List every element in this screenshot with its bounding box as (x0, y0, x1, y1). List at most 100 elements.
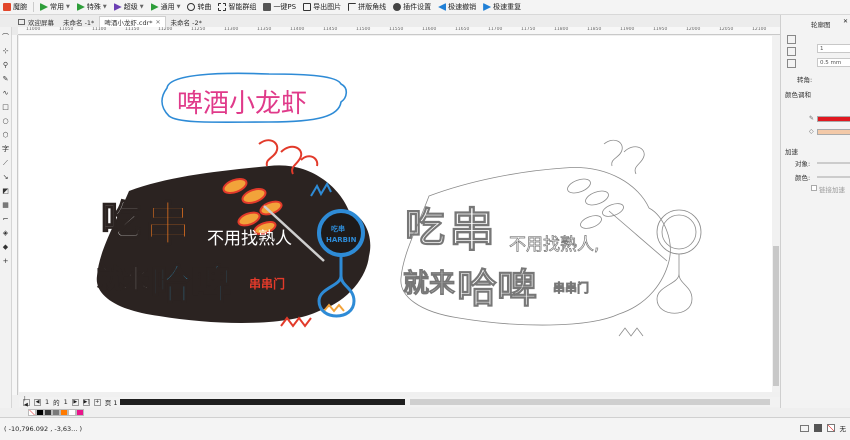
tab-untitled-2[interactable]: 未命名 -2* (167, 16, 206, 27)
status-bar: ( -10,796.092 , -3,63... ) 无 (0, 417, 850, 440)
vertical-scrollbar[interactable] (772, 36, 780, 392)
toolbar-button-plugin-settings[interactable]: 插件设置 (392, 1, 432, 14)
page-tab[interactable]: 页 1 (105, 397, 118, 407)
horizontal-scroll-track[interactable] (120, 399, 405, 405)
artistic-media-icon[interactable]: ∿ (2, 89, 10, 97)
close-icon[interactable]: ✕ (156, 19, 161, 26)
shape-tool-icon[interactable]: ⌒ (2, 33, 10, 41)
app-menu-button[interactable]: 魔腕 (2, 1, 28, 14)
object-accel-label: 对象: (795, 160, 811, 168)
eyedropper-icon[interactable]: ⌐ (2, 215, 10, 223)
word-come: 就来 (97, 265, 150, 295)
add-page-icon[interactable]: + (93, 398, 101, 406)
vertical-scroll-thumb[interactable] (773, 246, 779, 386)
ruler-tick-label: 11650 (455, 27, 470, 32)
first-page-icon[interactable]: |◀ (23, 396, 30, 408)
drawing-canvas[interactable]: 啤酒小龙虾 吃 串 不用找熟人 就来 哈啤 串串门 吃串 HARBIN 吃 串 … (19, 36, 772, 392)
color-swatch[interactable] (60, 409, 68, 416)
toolbar-button-super[interactable]: 超级 ▼ (113, 1, 145, 14)
prev-page-icon[interactable]: ◀ (34, 398, 41, 406)
rectangle-tool-icon[interactable]: □ (2, 103, 10, 111)
tab-welcome[interactable]: 欢迎屏幕 (14, 16, 58, 27)
parallel-dimension-icon[interactable]: ⟋ (2, 159, 10, 167)
color-swatch[interactable] (76, 409, 84, 416)
toolbar-label: 转曲 (197, 3, 212, 11)
artwork-svg: 啤酒小龙虾 吃 串 不用找熟人 就来 哈啤 串串门 吃串 HARBIN 吃 串 … (97, 72, 702, 337)
group-icon (218, 3, 227, 11)
outline-word-eat: 吃 (405, 205, 445, 251)
horizontal-scroll-thumb[interactable] (410, 399, 770, 405)
vertical-ruler[interactable] (12, 35, 18, 395)
fill-color-swatch[interactable] (817, 129, 850, 135)
artwork-colored[interactable]: 吃 串 不用找熟人 就来 哈啤 串串门 吃串 HARBIN (97, 139, 371, 328)
green-arrow-icon (76, 3, 85, 11)
toolbar-button-export-image[interactable]: 导出图片 (302, 1, 342, 14)
color-palette (0, 408, 850, 417)
interactive-fill-icon[interactable]: ◆ (2, 243, 10, 251)
handwritten-title[interactable]: 啤酒小龙虾 (177, 89, 307, 119)
docker-close-icon[interactable]: ✕ (843, 18, 848, 25)
fill-bucket-icon[interactable] (813, 424, 822, 432)
offset-input[interactable]: 0.5 mm (817, 58, 850, 67)
outline-word-skewer: 串 (449, 203, 495, 257)
steps-input[interactable]: 1 (817, 44, 850, 53)
toolbar-button-common[interactable]: 常用 ▼ (39, 1, 71, 14)
toolbar-label: 智能群组 (228, 3, 257, 11)
outline-color-swatch[interactable] (817, 116, 850, 122)
contour-mode-icon[interactable] (787, 35, 796, 44)
tab-untitled-1[interactable]: 未命名 -1* (59, 16, 98, 27)
ellipse-tool-icon[interactable]: ○ (2, 117, 10, 125)
link-accel-checkbox[interactable] (811, 185, 817, 191)
transparency-tool-icon[interactable]: ▦ (2, 201, 10, 209)
color-swatch[interactable] (44, 409, 52, 416)
grid-icon[interactable] (799, 424, 809, 432)
crop-tool-icon[interactable]: ⊹ (2, 47, 10, 55)
toolbar-button-crop-marks[interactable]: 拼版角线 (347, 1, 387, 14)
polygon-tool-icon[interactable]: ⬡ (2, 131, 10, 139)
ruler-tick-label: 11900 (620, 27, 635, 32)
toolbar-button-general[interactable]: 通用 ▼ (150, 1, 182, 14)
object-accel-slider[interactable] (817, 162, 850, 164)
chevron-down-icon: ▼ (176, 4, 181, 10)
purple-arrow-icon (113, 3, 122, 11)
text-tool-icon[interactable]: 字 (2, 145, 10, 153)
freehand-tool-icon[interactable]: ✎ (2, 75, 10, 83)
tab-label: 未命名 -1* (63, 18, 95, 27)
toolbar-button-smart-group[interactable]: 智能群组 (217, 1, 257, 14)
color-swatch[interactable] (36, 409, 44, 416)
contour-inside-icon[interactable] (787, 47, 796, 56)
toolbar-button-fast-redo[interactable]: 极速重复 (482, 1, 522, 14)
toolbar-button-one-click-ps[interactable]: 一键PS (262, 1, 297, 14)
fill-bucket-icon[interactable]: ◈ (2, 229, 10, 237)
cursor-coordinates: ( -10,796.092 , -3,63... ) (4, 425, 82, 433)
color-swatch[interactable] (52, 409, 60, 416)
toolbar-button-special[interactable]: 特殊 ▼ (76, 1, 108, 14)
color-swatch[interactable] (68, 409, 76, 416)
ruler-tick-label: 11000 (26, 27, 41, 32)
add-tool-icon[interactable]: + (2, 257, 10, 265)
color-accel-slider[interactable] (817, 176, 850, 178)
document-tabs: 欢迎屏幕 未命名 -1* 啤酒小龙虾.cdr* ✕ 未命名 -2* (0, 15, 780, 27)
corner-label: 转角: (797, 76, 813, 84)
last-page-icon[interactable]: ▶| (82, 398, 90, 406)
drop-shadow-icon[interactable]: ◩ (2, 187, 10, 195)
toolbar-label: 极速撤销 (448, 3, 477, 11)
toolbar-button-convert-curve[interactable]: 转曲 (186, 1, 212, 14)
contour-outside-icon[interactable] (787, 59, 796, 68)
horizontal-ruler[interactable]: 11000 11050 11100 11150 11200 11250 11300 11350… (18, 27, 780, 35)
word-skewer: 串 (145, 197, 191, 251)
tab-beer-crayfish[interactable]: 啤酒小龙虾.cdr* ✕ (99, 16, 166, 27)
toolbar-button-fast-undo[interactable]: 极速撤销 (437, 1, 477, 14)
redo-icon (483, 3, 492, 11)
zoom-tool-icon[interactable]: ⚲ (2, 61, 10, 69)
total-pages: 1 (63, 398, 68, 406)
no-color-swatch[interactable] (28, 409, 36, 416)
ruler-tick-label: 11250 (191, 27, 206, 32)
app-logo-icon (3, 3, 11, 11)
no-fill-icon (826, 424, 835, 432)
badge-bottom-text: HARBIN (326, 236, 357, 244)
connector-tool-icon[interactable]: ↘ (2, 173, 10, 181)
next-page-icon[interactable]: ▶ (71, 398, 79, 406)
toolbox: ↖ ⌒ ⊹ ⚲ ✎ ∿ □ ○ ⬡ 字 ⟋ ↘ ◩ ▦ ⌐ ◈ ◆ + (0, 15, 12, 410)
ruler-tick-label: 11750 (521, 27, 536, 32)
